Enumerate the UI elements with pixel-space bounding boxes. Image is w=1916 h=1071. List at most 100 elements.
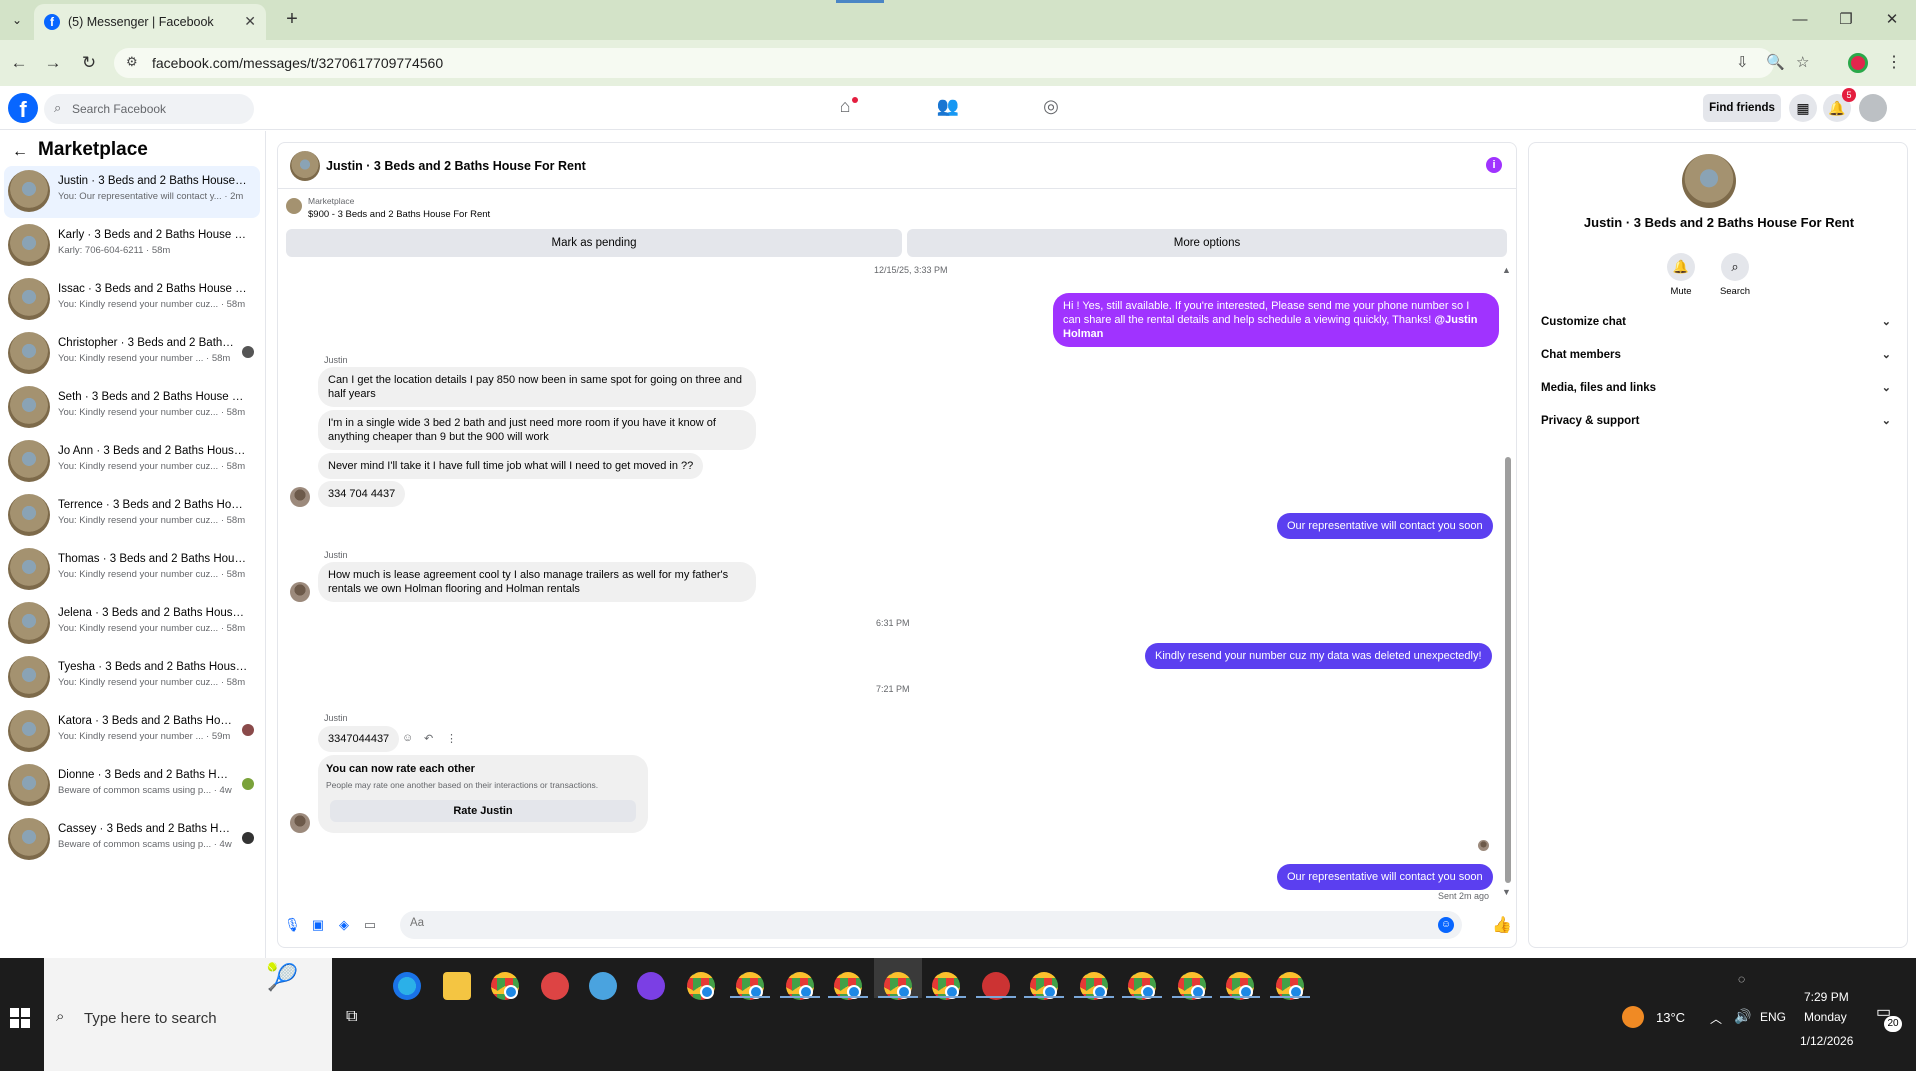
groups-icon[interactable]: ◎ (1038, 96, 1064, 122)
profile-avatar[interactable] (1682, 154, 1736, 208)
minimize-button[interactable]: — (1780, 8, 1820, 32)
back-arrow-icon[interactable]: ← (12, 143, 28, 161)
conversation-item[interactable]: Terrence · 3 Beds and 2 Baths House For … (4, 490, 260, 542)
incoming-message[interactable]: I'm in a single wide 3 bed 2 bath and ju… (318, 410, 756, 450)
sender-avatar[interactable] (290, 813, 310, 833)
input-language[interactable]: ENG (1760, 1010, 1786, 1024)
file-explorer-icon[interactable] (443, 972, 471, 1000)
incoming-message[interactable]: Can I get the location details I pay 850… (318, 367, 756, 407)
customize-chat-row[interactable]: Customize chat ⌄ (1541, 311, 1891, 333)
friends-icon[interactable]: 👥 (935, 96, 961, 122)
conversation-item[interactable]: Karly · 3 Beds and 2 Baths House For Ren… (4, 220, 260, 272)
privacy-support-row[interactable]: Privacy & support ⌄ (1541, 410, 1891, 432)
menu-grid-icon[interactable]: ▦ (1789, 94, 1817, 122)
network-icon[interactable]: ◌ (1738, 972, 1745, 986)
chrome-icon[interactable] (491, 972, 519, 1000)
volume-icon[interactable]: 🔊 (1734, 1008, 1751, 1025)
browser-profile-avatar[interactable] (1848, 53, 1868, 73)
sticker-icon[interactable]: ◈ (336, 917, 352, 933)
account-avatar[interactable] (1859, 94, 1887, 122)
close-tab-icon[interactable]: ✕ (244, 13, 256, 30)
clock-date[interactable]: 1/12/2026 (1800, 1034, 1853, 1048)
clock-time[interactable]: 7:29 PM (1804, 990, 1849, 1004)
conversation-item[interactable]: Jelena · 3 Beds and 2 Baths House For Re… (4, 598, 260, 650)
outgoing-message[interactable]: Our representative will contact you soon (1277, 864, 1493, 890)
site-info-icon[interactable]: ⚙ (126, 54, 138, 70)
chat-members-row[interactable]: Chat members ⌄ (1541, 344, 1891, 366)
outgoing-message[interactable]: Kindly resend your number cuz my data wa… (1145, 643, 1492, 669)
windows-start-icon[interactable] (10, 1008, 30, 1028)
mute-action[interactable]: 🔔 Mute (1651, 253, 1711, 297)
find-friends-button[interactable]: Find friends (1703, 94, 1781, 122)
incoming-message[interactable]: How much is lease agreement cool ty I al… (318, 562, 756, 602)
listing-price-title[interactable]: $900 - 3 Beds and 2 Baths House For Rent (308, 209, 490, 220)
address-bar[interactable]: ⚙ facebook.com/messages/t/32706177097745… (114, 48, 1809, 78)
rate-justin-button[interactable]: Rate Justin (330, 800, 636, 822)
restore-button[interactable]: ❐ (1826, 8, 1866, 32)
conversation-item[interactable]: Dionne · 3 Beds and 2 Baths House For Re… (4, 760, 260, 812)
incoming-message[interactable]: 3347044437 (318, 726, 400, 752)
search-action[interactable]: ⌕ Search (1705, 253, 1765, 297)
taskbar-search-box[interactable]: ⌕ Type here to search 🎾 (44, 958, 332, 1071)
outgoing-message[interactable]: Our representative will contact you soon (1277, 513, 1493, 539)
chat-title[interactable]: Justin · 3 Beds and 2 Baths House For Re… (326, 159, 586, 173)
tab-search-button[interactable]: ⌄ (6, 9, 28, 31)
chrome-icon[interactable] (687, 972, 715, 1000)
bookmark-star-icon[interactable]: ☆ (1796, 53, 1809, 71)
conversation-item[interactable]: Thomas · 3 Beds and 2 Baths House For Re… (4, 544, 260, 596)
media-files-links-row[interactable]: Media, files and links ⌄ (1541, 377, 1891, 399)
facebook-logo-icon[interactable]: f (8, 93, 38, 123)
conversation-item[interactable]: Katora · 3 Beds and 2 Baths House For Re… (4, 706, 260, 758)
url-text[interactable]: facebook.com/messages/t/3270617709774560 (152, 55, 443, 71)
more-options-button[interactable]: More options (907, 229, 1507, 257)
reply-icon[interactable]: ↶ (424, 732, 433, 745)
react-emoji-icon[interactable]: ☺ (402, 732, 413, 744)
chat-avatar[interactable] (290, 151, 320, 181)
conversation-info-icon[interactable]: i (1486, 157, 1502, 173)
incoming-message[interactable]: 334 704 4437 (318, 481, 406, 507)
listing-thumbnail[interactable] (286, 198, 302, 214)
conversation-item[interactable]: Tyesha · 3 Beds and 2 Baths House For Re… (4, 652, 260, 704)
conversation-item[interactable]: Issac · 3 Beds and 2 Baths House For Ren… (4, 274, 260, 326)
conversation-item[interactable]: Christopher · 3 Beds and 2 Baths House F… (4, 328, 260, 380)
edge-icon[interactable] (393, 972, 421, 1000)
outgoing-message[interactable]: Hi ! Yes, still available. If you're int… (1053, 293, 1499, 347)
sender-avatar[interactable] (290, 582, 310, 602)
weather-icon[interactable] (1622, 1006, 1644, 1028)
reload-button[interactable]: ↻ (76, 50, 102, 76)
scroll-down-arrow-icon[interactable]: ▼ (1502, 887, 1511, 897)
zoom-icon[interactable]: 🔍 (1766, 53, 1785, 71)
sender-avatar[interactable] (290, 487, 310, 507)
facebook-search-box[interactable]: ⌕ Search Facebook (44, 94, 254, 124)
temperature[interactable]: 13°C (1656, 1010, 1685, 1025)
message-input[interactable] (410, 917, 1410, 929)
message-input-box[interactable]: ☺ (400, 911, 1462, 939)
photo-icon[interactable]: ▣ (310, 917, 326, 933)
show-hidden-icons-chevron-icon[interactable]: ︿ (1710, 1010, 1722, 1027)
scroll-up-arrow-icon[interactable]: ▲ (1502, 265, 1511, 275)
forward-button[interactable]: → (40, 50, 66, 76)
microphone-icon[interactable]: 🎙 (284, 917, 301, 933)
incoming-message[interactable]: Never mind I'll take it I have full time… (318, 453, 704, 479)
conversation-item[interactable]: Seth · 3 Beds and 2 Baths House For Rent… (4, 382, 260, 434)
browser-menu-icon[interactable]: ⋮ (1886, 52, 1902, 72)
conversation-item[interactable]: Jo Ann · 3 Beds and 2 Baths House For Re… (4, 436, 260, 488)
app-icon[interactable] (589, 972, 617, 1000)
app-icon[interactable] (637, 972, 665, 1000)
back-button[interactable]: ← (6, 50, 32, 76)
task-view-icon[interactable]: ⧉ (346, 1008, 357, 1026)
conversation-item[interactable]: Cassey · 3 Beds and 2 Baths House For Re… (4, 814, 260, 866)
new-tab-button[interactable]: + (278, 6, 306, 34)
conversation-item[interactable]: Justin · 3 Beds and 2 Baths House For Re… (4, 166, 260, 218)
more-actions-icon[interactable]: ⋮ (446, 732, 457, 745)
mark-as-pending-button[interactable]: Mark as pending (286, 229, 902, 257)
thumbs-up-like-icon[interactable]: 👍 (1492, 915, 1512, 935)
browser-tab-messenger[interactable]: f (5) Messenger | Facebook ✕ (34, 4, 266, 40)
close-window-button[interactable]: ✕ (1872, 8, 1912, 32)
install-app-icon[interactable]: ⇩ (1736, 53, 1749, 71)
chat-scrollbar[interactable] (1505, 457, 1511, 883)
gif-icon[interactable]: ▭ (362, 917, 378, 933)
emoji-picker-icon[interactable]: ☺ (1438, 917, 1454, 933)
clock-day[interactable]: Monday (1804, 1010, 1847, 1024)
app-icon[interactable] (541, 972, 569, 1000)
